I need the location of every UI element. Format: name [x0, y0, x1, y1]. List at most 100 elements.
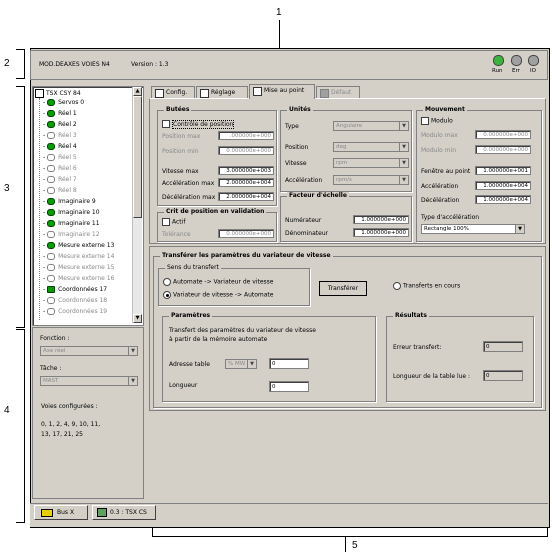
tree-item[interactable]: - Réel 5 — [43, 153, 77, 163]
channel-status-icon — [47, 132, 56, 139]
modulo-checkbox[interactable]: Modulo — [421, 117, 453, 125]
position-control-checkbox[interactable]: Contrôle de position — [162, 119, 235, 129]
channel-status-icon — [47, 99, 56, 106]
tree-item[interactable]: - Imaginaire 9 — [43, 197, 96, 207]
speed-unit-select[interactable]: rpm ▼ — [333, 158, 409, 168]
tab-defaut[interactable]: Défaut — [316, 86, 360, 98]
accel-unit-label: Accélération — [285, 177, 323, 184]
transfer-error-label: Erreur transfert: — [393, 344, 442, 351]
actif-checkbox[interactable]: Actif — [162, 218, 185, 226]
task-select[interactable]: MAST ▼ — [40, 376, 138, 386]
accel-field[interactable]: 1.000000e+004 — [475, 181, 531, 190]
tree-item[interactable]: - Mesure externe 16 — [43, 274, 114, 284]
pos-max-field[interactable]: .000000e+000 — [218, 131, 274, 140]
type-select[interactable]: Angulaire ▼ — [333, 121, 409, 131]
unites-group: Unités Type Angulaire ▼ Position deg ▼ Vit… — [280, 106, 412, 192]
plc-to-drive-radio[interactable]: Automate -> Variateur de vitesse — [163, 278, 273, 286]
tree-item-label: Mesure externe 13 — [58, 242, 115, 249]
tree-item[interactable]: - Coordonnées 19 — [43, 307, 107, 317]
bottom-tab-bus-x[interactable]: Bus X — [34, 505, 88, 520]
transfer-title: Transférer les paramètres du variateur d… — [160, 252, 333, 259]
task-value: MAST — [43, 378, 59, 384]
tree-item[interactable]: - Mesure externe 13 — [43, 241, 114, 251]
function-select[interactable]: Axe réel ▼ — [40, 346, 138, 356]
amax-field[interactable]: 2.000000e+004 — [218, 178, 274, 187]
numerator-label: Numérateur — [285, 217, 322, 224]
tree-item[interactable]: - Réel 6 — [43, 164, 77, 174]
vmax-field[interactable]: 3.000000e+003 — [218, 166, 274, 175]
window-field[interactable]: 1.000000e+001 — [475, 166, 531, 175]
drive-to-plc-radio[interactable]: Variateur de vitesse -> Automate — [163, 291, 273, 299]
err-led-label: Err — [512, 68, 520, 74]
accel-unit-select[interactable]: rpm/s ▼ — [333, 175, 409, 185]
chevron-down-icon: ▼ — [128, 347, 137, 355]
vmax-label: Vitesse max — [162, 168, 199, 175]
tree-item[interactable]: - Réel 7 — [43, 175, 77, 185]
tab-reglage[interactable]: Réglage — [196, 86, 248, 98]
position-unit-select[interactable]: deg ▼ — [333, 142, 409, 152]
denominator-field[interactable]: 1.000000e+000 — [353, 228, 409, 237]
speed-unit-label: Vitesse — [285, 160, 307, 167]
channel-status-icon — [47, 242, 56, 249]
accel-type-select[interactable]: Rectangle 100% ▼ — [421, 224, 525, 234]
tree-item[interactable]: - Imaginaire 10 — [43, 208, 100, 218]
tree-item-label: Réel 1 — [58, 110, 77, 117]
channel-status-icon — [47, 187, 56, 194]
callout-5: 5 — [352, 540, 358, 551]
task-label: Tâche : — [40, 365, 62, 372]
tab-mise-au-point[interactable]: Mise au point — [249, 84, 315, 99]
tab-config[interactable]: Config. — [151, 86, 195, 98]
length-field[interactable]: 0 — [269, 381, 309, 392]
tree-item[interactable]: - Réel 4 — [43, 142, 77, 152]
tree-item[interactable]: - Réel 1 — [43, 109, 77, 119]
scroll-thumb[interactable] — [133, 96, 142, 218]
table-address-field[interactable]: 0 — [269, 358, 309, 369]
tree-scrollbar[interactable]: ▲ ▼ — [132, 87, 142, 323]
tree-item[interactable]: - Imaginaire 12 — [43, 230, 100, 240]
denominator-label: Dénominateur — [285, 230, 329, 237]
speed-unit-value: rpm — [336, 160, 348, 166]
dmax-field[interactable]: 2.000000e+004 — [218, 192, 274, 201]
tree-item[interactable]: - Coordonnées 17 — [43, 285, 107, 295]
tree-item-label: Réel 3 — [58, 132, 77, 139]
table-type-value: % MW — [228, 361, 246, 367]
tree-root-label: TSX CSY 84 — [46, 90, 81, 97]
tree-item[interactable]: - Servos 0 — [43, 98, 84, 108]
chevron-down-icon: ▼ — [399, 143, 408, 151]
tree-item[interactable]: - Imaginaire 11 — [43, 219, 100, 229]
tab-mise-au-point-label: Mise au point — [264, 87, 305, 94]
scroll-down-icon[interactable]: ▼ — [133, 314, 142, 323]
modulo-min-field[interactable]: 0.000000e+000 — [475, 145, 531, 154]
channel-status-icon — [47, 308, 56, 315]
amax-label: Accélération max — [162, 180, 215, 187]
transfer-status-radio[interactable]: Transferts en cours — [393, 282, 460, 290]
tree-item-label: Imaginaire 9 — [58, 198, 96, 205]
tree-item[interactable]: - Coordonnées 18 — [43, 296, 107, 306]
tree-root[interactable]: TSX CSY 84 — [35, 89, 81, 98]
modulo-max-field[interactable]: 0.000000e+000 — [475, 130, 531, 139]
tree-item-label: Imaginaire 12 — [58, 231, 100, 238]
tree-item-label: Réel 7 — [58, 176, 77, 183]
chevron-down-icon: ▼ — [128, 377, 137, 385]
channel-status-icon — [47, 209, 56, 216]
tree-item[interactable]: - Réel 3 — [43, 131, 77, 141]
table-type-select[interactable]: % MW ▼ — [225, 359, 257, 369]
tree-item[interactable]: - Réel 8 — [43, 186, 77, 196]
tree-item[interactable]: - Mesure externe 15 — [43, 263, 114, 273]
configured-label: Voies configurées : — [41, 403, 98, 410]
io-led-label: IO — [530, 68, 536, 74]
tree-item-label: Imaginaire 11 — [58, 220, 100, 227]
tree-item[interactable]: - Mesure externe 14 — [43, 252, 114, 262]
tree-item[interactable]: - Réel 2 — [43, 120, 77, 130]
type-value: Angulaire — [336, 123, 363, 129]
numerator-field[interactable]: 1.000000e+000 — [353, 215, 409, 224]
scroll-up-icon[interactable]: ▲ — [133, 87, 142, 96]
decel-field[interactable]: 1.000000e+004 — [475, 195, 531, 204]
channel-status-icon — [47, 121, 56, 128]
tolerance-field[interactable]: 0.000000e+000 — [218, 229, 274, 238]
channel-tree[interactable]: TSX CSY 84 - Servos 0- Réel 1- Réel 2- R… — [32, 86, 144, 326]
run-led-icon — [493, 55, 504, 66]
pos-min-field[interactable]: 0.000000e+000 — [218, 146, 274, 155]
bottom-tab-module[interactable]: 0.3 : TSX CS — [92, 505, 156, 520]
transfer-button[interactable]: Transférer — [319, 281, 367, 296]
